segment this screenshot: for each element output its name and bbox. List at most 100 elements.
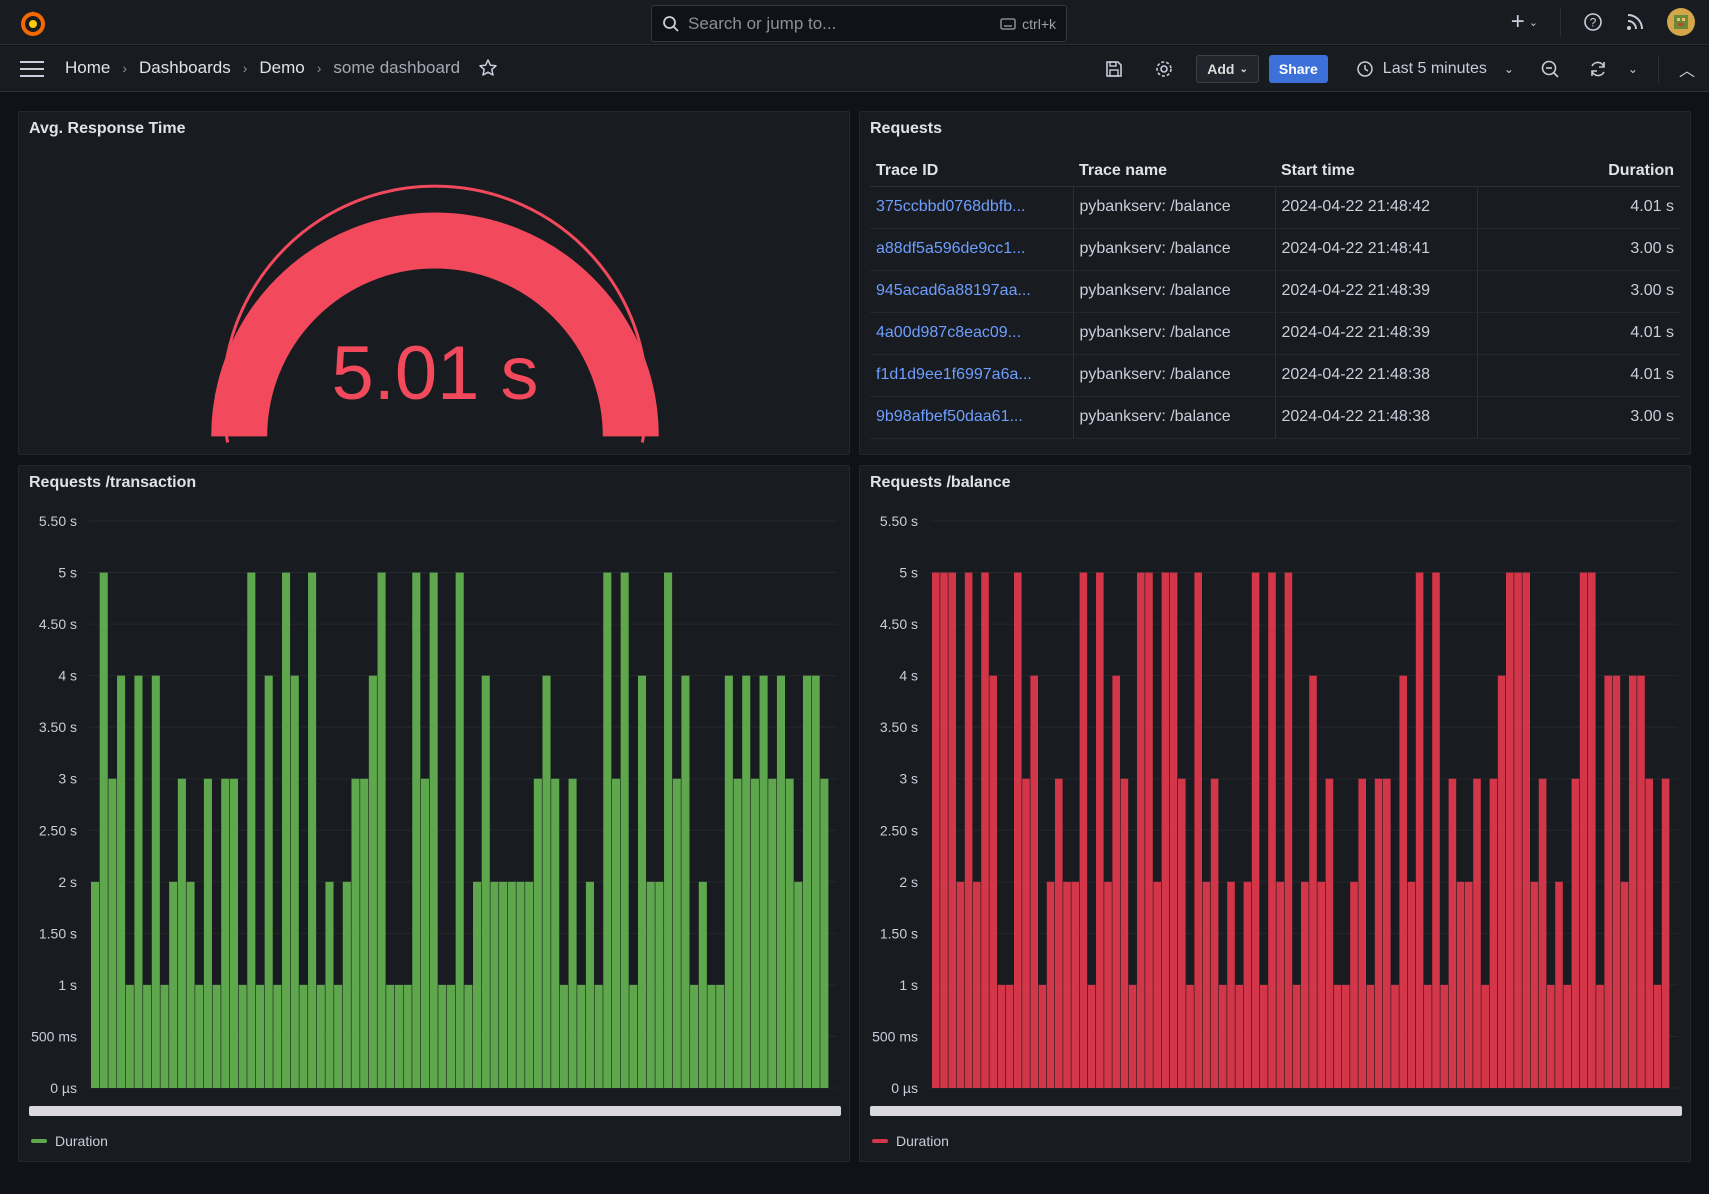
bar	[1629, 675, 1637, 1088]
table-row: 945acad6a88197aa... pybankserv: /balance…	[870, 270, 1680, 313]
avatar[interactable]	[1667, 8, 1695, 36]
time-range-picker[interactable]: Last 5 minutes ⌄	[1356, 60, 1514, 78]
bar	[1292, 984, 1301, 1088]
start-time-cell: 2024-04-22 21:48:39	[1274, 312, 1477, 355]
table-row: 4a00d987c8eac09... pybankserv: /balance …	[870, 312, 1680, 355]
bar	[964, 572, 973, 1088]
bar	[151, 675, 160, 1088]
bar	[690, 984, 699, 1088]
y-tick-label: 2.50 s	[880, 822, 918, 838]
bar	[255, 984, 265, 1088]
duration-cell: 4.01 s	[1476, 312, 1680, 355]
topbar-actions: + ⌄ ?	[1511, 7, 1695, 37]
bar	[1301, 881, 1309, 1088]
bar	[940, 572, 948, 1088]
bar	[1391, 984, 1399, 1088]
bar	[1571, 778, 1580, 1088]
column-header-trace-id[interactable]: Trace ID	[870, 156, 1073, 187]
y-tick-label: 3.50 s	[880, 719, 918, 735]
save-icon[interactable]	[1104, 59, 1124, 79]
breadcrumb-demo[interactable]: Demo	[259, 58, 304, 78]
dashboard-toolbar: Add ⌄ Share Last 5 minutes ⌄ ⌄ ︿	[1104, 54, 1695, 84]
duration-cell: 3.00 s	[1476, 270, 1680, 313]
bar	[342, 881, 351, 1088]
new-menu-button[interactable]: + ⌄	[1511, 10, 1538, 34]
bar	[499, 881, 508, 1088]
bar	[1612, 675, 1621, 1088]
bar	[455, 572, 464, 1088]
bar	[1432, 572, 1440, 1088]
menu-toggle-button[interactable]	[20, 61, 44, 77]
trace-id-link[interactable]: f1d1d9ee1f6997a6a...	[870, 354, 1073, 397]
bar	[1465, 881, 1473, 1088]
bar	[1588, 572, 1596, 1088]
y-tick-label: 5.50 s	[880, 513, 918, 529]
bar	[1350, 881, 1358, 1088]
bar	[1202, 881, 1211, 1088]
column-header-start-time[interactable]: Start time	[1275, 156, 1477, 187]
search-input[interactable]: Search or jump to... ctrl+k	[651, 5, 1067, 42]
table-header-row: Trace ID Trace name Start time Duration	[870, 156, 1680, 187]
bar	[186, 881, 195, 1088]
bar	[1473, 778, 1481, 1088]
trace-id-link[interactable]: 9b98afbef50daa61...	[870, 396, 1073, 439]
bar	[750, 778, 759, 1088]
column-header-duration[interactable]: Duration	[1477, 156, 1680, 187]
bar	[1358, 778, 1366, 1088]
start-time-cell: 2024-04-22 21:48:41	[1274, 228, 1477, 271]
add-button[interactable]: Add ⌄	[1196, 55, 1259, 83]
bar	[1522, 572, 1530, 1088]
bar	[1104, 881, 1112, 1088]
bar	[1210, 778, 1219, 1088]
bar	[1448, 778, 1457, 1088]
search-placeholder: Search or jump to...	[688, 13, 837, 33]
bar	[956, 881, 965, 1088]
gear-icon[interactable]	[1154, 59, 1174, 79]
bar	[1087, 984, 1096, 1088]
bar	[117, 675, 126, 1088]
bar	[932, 572, 940, 1088]
bar	[386, 984, 395, 1088]
column-header-trace-name[interactable]: Trace name	[1073, 156, 1275, 187]
bar	[1194, 572, 1202, 1088]
trace-id-link[interactable]: a88df5a596de9cc1...	[870, 228, 1073, 271]
y-tick-label: 500 ms	[872, 1028, 918, 1044]
bar	[973, 881, 981, 1088]
star-icon[interactable]	[478, 58, 498, 78]
panel-requests-balance[interactable]: Requests /balance 0 µs 500 ms 1 s 1.50 s2 s…	[859, 465, 1691, 1162]
bar	[238, 984, 247, 1088]
refresh-interval-dropdown[interactable]: ⌄	[1628, 62, 1638, 76]
trace-id-link[interactable]: 375ccbbd0768dbfb...	[870, 186, 1073, 229]
trace-id-link[interactable]: 945acad6a88197aa...	[870, 270, 1073, 313]
refresh-icon[interactable]	[1588, 59, 1608, 79]
trace-id-link[interactable]: 4a00d987c8eac09...	[870, 312, 1073, 355]
bar	[1284, 572, 1293, 1088]
bar	[1014, 572, 1022, 1088]
zoom-out-icon[interactable]	[1540, 59, 1560, 79]
scrollbar[interactable]	[29, 1106, 841, 1116]
share-button-label: Share	[1278, 61, 1318, 77]
bar	[420, 778, 430, 1088]
bar	[1235, 984, 1243, 1088]
legend[interactable]: Duration	[872, 1133, 949, 1149]
bar	[1219, 984, 1227, 1088]
news-icon[interactable]	[1625, 12, 1645, 32]
requests-table: Trace ID Trace name Start time Duration …	[870, 156, 1680, 439]
y-tick-label: 1 s	[58, 977, 77, 993]
bar	[229, 778, 238, 1088]
breadcrumb-home[interactable]: Home	[65, 58, 110, 78]
bar	[559, 984, 568, 1088]
share-button[interactable]: Share	[1268, 55, 1328, 83]
grafana-logo-icon[interactable]	[18, 8, 48, 38]
bar	[1506, 572, 1514, 1088]
bar	[629, 984, 638, 1088]
scrollbar[interactable]	[870, 1106, 1682, 1116]
panel-requests-transaction[interactable]: Requests /transaction 0 µs 500 ms 1 s 1.50 …	[18, 465, 850, 1162]
help-icon[interactable]: ?	[1583, 12, 1603, 32]
legend[interactable]: Duration	[31, 1133, 108, 1149]
panel-requests-table[interactable]: Requests Trace ID Trace name Start time …	[859, 111, 1691, 455]
search-shortcut: ctrl+k	[1000, 16, 1056, 32]
panel-avg-response-time[interactable]: Avg. Response Time 5.01 s	[18, 111, 850, 455]
collapse-chevron-up-icon[interactable]: ︿	[1679, 57, 1695, 81]
breadcrumb-dashboards[interactable]: Dashboards	[139, 58, 231, 78]
